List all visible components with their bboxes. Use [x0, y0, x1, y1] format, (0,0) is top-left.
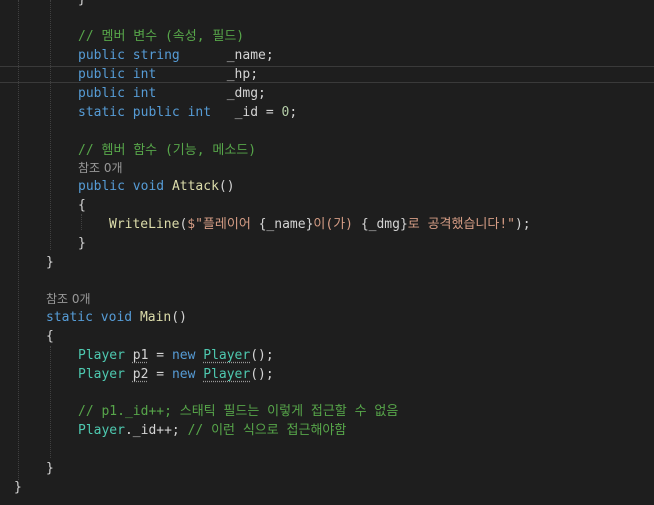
- method-name: Main: [139, 310, 172, 325]
- brace: {: [78, 198, 86, 213]
- code-line[interactable]: // 멤버 변수 (속성, 필드): [0, 27, 244, 46]
- brace: }: [46, 255, 54, 270]
- keyword: void: [100, 310, 133, 325]
- keyword: int: [132, 67, 157, 82]
- string-literal: $"플레이어: [187, 217, 259, 232]
- code-line[interactable]: public void Attack(): [0, 177, 235, 196]
- comment: // 이런 식으로 접근해야함: [187, 423, 347, 438]
- comment: // p1._id++; 스태틱 필드는 이렇게 접근할 수 없음: [78, 404, 399, 419]
- keyword: public: [78, 48, 125, 63]
- punctuation: (): [171, 310, 187, 325]
- code-line[interactable]: }: [0, 459, 54, 478]
- keyword: new: [171, 348, 196, 363]
- code-line[interactable]: public string _name;: [0, 46, 274, 65]
- identifier: _dmg;: [226, 86, 266, 101]
- codelens-references[interactable]: 참조 0개: [0, 159, 123, 178]
- codelens-references[interactable]: 참조 0개: [0, 290, 91, 309]
- code-line[interactable]: // 헴버 함수 (기능, 메소드): [0, 141, 256, 160]
- member-access: ._id++;: [124, 423, 180, 438]
- interpolation: {_name}: [258, 217, 314, 232]
- operator: =: [265, 105, 274, 120]
- identifier: _id: [234, 105, 259, 120]
- keyword: string: [132, 48, 180, 63]
- code-line[interactable]: }: [0, 253, 54, 272]
- code-line[interactable]: WriteLine($"플레이어 {_name}이(가) {_dmg}로 공격했…: [0, 215, 531, 234]
- type-name: Player: [78, 348, 125, 363]
- keyword: public: [78, 67, 125, 82]
- codelens-label[interactable]: 참조 0개: [46, 292, 91, 306]
- brace: }: [78, 0, 86, 7]
- keyword: static: [46, 310, 93, 325]
- keyword: static: [78, 105, 125, 120]
- code-line[interactable]: {: [0, 196, 86, 215]
- keyword: int: [187, 105, 212, 120]
- variable-name: p1: [132, 348, 149, 363]
- type-name: Player: [203, 367, 251, 382]
- brace: {: [46, 329, 54, 344]
- code-line[interactable]: }: [0, 0, 86, 9]
- code-line[interactable]: static public int _id = 0;: [0, 103, 297, 122]
- method-name: WriteLine: [109, 217, 180, 232]
- identifier: _hp;: [226, 67, 259, 82]
- code-editor[interactable]: } // 멤버 변수 (속성, 필드) public string _name;…: [0, 0, 654, 505]
- brace: }: [78, 236, 86, 251]
- code-line[interactable]: public int _hp;: [0, 65, 258, 84]
- punctuation: ();: [250, 348, 274, 363]
- variable-name: p2: [132, 367, 149, 382]
- method-name: Attack: [171, 179, 219, 194]
- brace: }: [46, 461, 54, 476]
- keyword: public: [78, 179, 125, 194]
- operator: =: [156, 367, 165, 382]
- keyword: new: [171, 367, 196, 382]
- code-line[interactable]: {: [0, 327, 54, 346]
- comment: // 멤버 변수 (속성, 필드): [78, 29, 245, 44]
- code-line[interactable]: Player p2 = new Player();: [0, 365, 274, 384]
- code-line[interactable]: }: [0, 234, 86, 253]
- code-line[interactable]: // p1._id++; 스태틱 필드는 이렇게 접근할 수 없음: [0, 402, 398, 421]
- identifier: _name;: [226, 48, 274, 63]
- code-line[interactable]: Player._id++; // 이런 식으로 접근해야함: [0, 421, 346, 440]
- string-literal: 이(가): [313, 217, 361, 232]
- keyword: public: [132, 105, 180, 120]
- keyword: int: [132, 86, 157, 101]
- keyword: void: [132, 179, 165, 194]
- code-line[interactable]: }: [0, 478, 22, 497]
- interpolation: {_dmg}: [360, 217, 408, 232]
- code-line[interactable]: static void Main(): [0, 308, 187, 327]
- type-name: Player: [203, 348, 251, 363]
- code-line[interactable]: Player p1 = new Player();: [0, 346, 274, 365]
- brace: }: [14, 480, 22, 495]
- punctuation: ;: [289, 105, 298, 120]
- punctuation: );: [514, 217, 531, 232]
- codelens-label[interactable]: 참조 0개: [78, 161, 123, 175]
- code-line[interactable]: public int _dmg;: [0, 84, 266, 103]
- type-name: Player: [78, 423, 125, 438]
- string-literal: 로 공격했습니다!": [407, 217, 515, 232]
- operator: =: [156, 348, 165, 363]
- type-name: Player: [78, 367, 125, 382]
- comment: // 헴버 함수 (기능, 메소드): [78, 143, 257, 158]
- keyword: public: [78, 86, 125, 101]
- punctuation: ();: [250, 367, 274, 382]
- punctuation: (): [218, 179, 235, 194]
